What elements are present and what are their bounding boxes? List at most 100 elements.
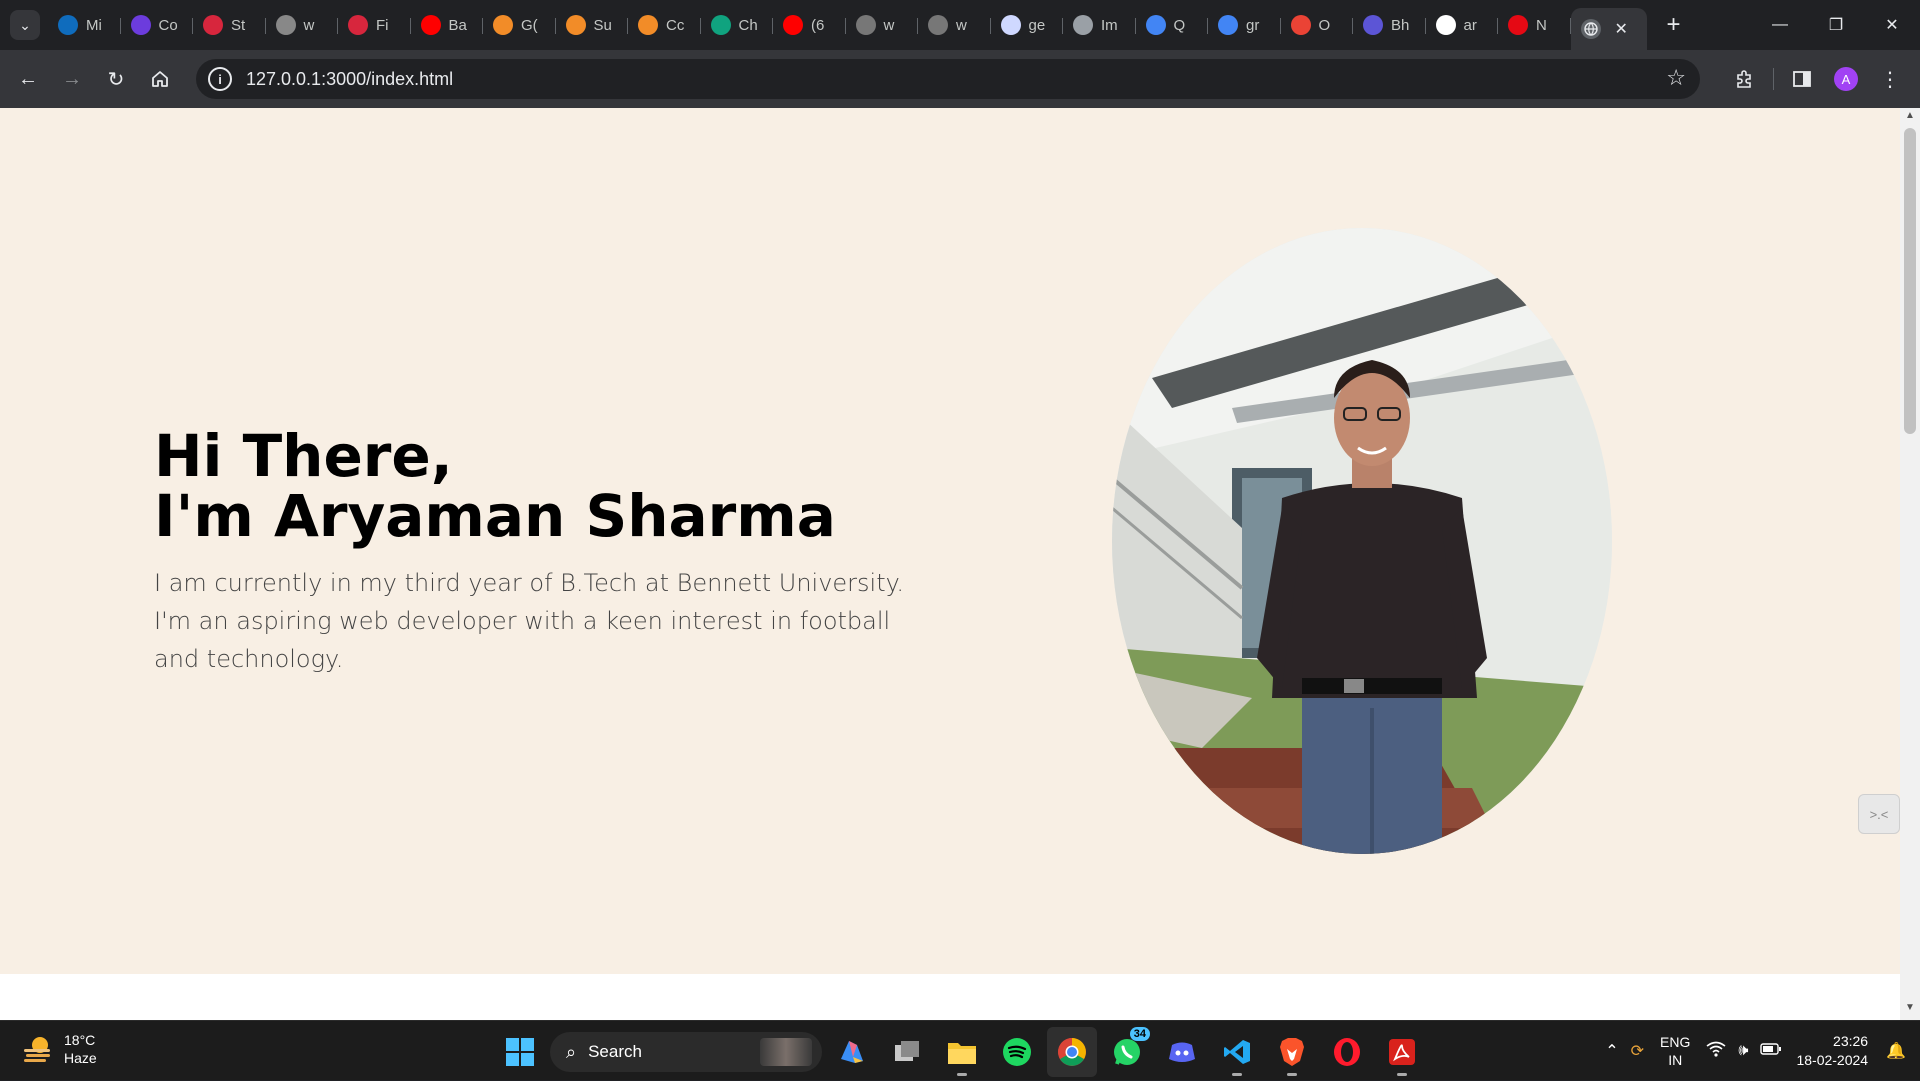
extensions-button[interactable] xyxy=(1723,57,1767,101)
tab-label: ar xyxy=(1463,16,1477,34)
bookmark-star-icon[interactable]: ☆ xyxy=(1666,65,1686,91)
tab-list: Mi Co St w Fi Ba G(Su Cc Ch (6 w w ge Im Qgr O Bh ar N xyxy=(48,0,1571,50)
close-window-button[interactable]: ✕ xyxy=(1864,0,1920,50)
tab-label: Cc xyxy=(666,16,685,34)
tab-11[interactable]: w xyxy=(846,8,919,42)
search-icon: ⌕ xyxy=(566,1041,577,1062)
tab-6[interactable]: G( xyxy=(483,8,556,42)
brave-lion-icon xyxy=(1280,1038,1304,1066)
battery-icon[interactable] xyxy=(1760,1042,1782,1061)
language-indicator[interactable]: ENG IN xyxy=(1660,1033,1690,1069)
address-bar[interactable]: i 127.0.0.1:3000/index.html ☆ xyxy=(196,59,1700,99)
tab-label: Fi xyxy=(376,16,389,34)
tab-strip: ⌄ Mi Co St w Fi Ba G(Su Cc Ch (6 w w ge Im Qgr O Bh ar N ✕… xyxy=(0,0,1920,50)
youtube-icon xyxy=(783,15,803,35)
sync-icon[interactable]: ⟳ xyxy=(1631,1041,1644,1061)
weather-condition: Haze xyxy=(64,1050,97,1066)
profile-photo xyxy=(1112,228,1612,854)
back-button[interactable]: ← xyxy=(6,57,50,101)
file-explorer-app[interactable] xyxy=(937,1027,987,1077)
cc-orange-icon xyxy=(493,15,513,35)
tab-label: w xyxy=(303,16,315,34)
url-text[interactable]: 127.0.0.1:3000/index.html xyxy=(246,69,453,90)
floating-widget-button[interactable]: >.< xyxy=(1858,794,1900,834)
page-scrollbar[interactable]: ▲ ▼ xyxy=(1900,108,1920,1020)
task-view-app[interactable] xyxy=(882,1027,932,1077)
tab-9[interactable]: Ch xyxy=(701,8,774,42)
browser-toolbar: ← → ↻ i 127.0.0.1:3000/index.html ☆ A ⋮ xyxy=(0,50,1920,108)
discord-app[interactable] xyxy=(1157,1027,1207,1077)
page-viewport: Hi There, I'm Aryaman Sharma I am curren… xyxy=(0,108,1920,1020)
tab-10[interactable]: (6 xyxy=(773,8,846,42)
tab-5[interactable]: Ba xyxy=(411,8,484,42)
home-button[interactable] xyxy=(138,57,182,101)
clock[interactable]: 23:26 18-02-2024 xyxy=(1796,1032,1868,1070)
tab-1[interactable]: Co xyxy=(121,8,194,42)
site-info-icon[interactable]: i xyxy=(208,67,232,91)
menu-button[interactable]: ⋮ xyxy=(1868,57,1912,101)
vscode-app[interactable] xyxy=(1212,1027,1262,1077)
tab-search-button[interactable]: ⌄ xyxy=(10,10,40,40)
tab-label: Bh xyxy=(1391,16,1410,34)
tab-label: ge xyxy=(1028,16,1046,34)
whatsapp-icon xyxy=(1114,1039,1140,1065)
minimize-button[interactable]: — xyxy=(1752,0,1808,50)
chevron-up-icon[interactable]: ⌃ xyxy=(1605,1041,1618,1061)
clock-date: 18-02-2024 xyxy=(1796,1052,1869,1068)
brave-app[interactable] xyxy=(1267,1027,1317,1077)
whatsapp-app[interactable]: 34 xyxy=(1102,1027,1152,1077)
tab-0[interactable]: Mi xyxy=(48,8,121,42)
tab-label: Ba xyxy=(448,16,467,34)
tab-label: Im xyxy=(1101,16,1118,34)
tab-20[interactable]: N xyxy=(1498,8,1571,42)
new-tab-button[interactable]: + xyxy=(1659,11,1689,39)
tab-active[interactable]: ✕ xyxy=(1570,8,1647,50)
scroll-thumb[interactable] xyxy=(1904,128,1916,434)
home-icon xyxy=(152,71,168,87)
restore-button[interactable]: ❐ xyxy=(1808,0,1864,50)
pdf-icon xyxy=(1389,1039,1415,1065)
tuf-icon xyxy=(203,15,223,35)
avatar: A xyxy=(1834,67,1858,91)
chrome-app[interactable] xyxy=(1047,1027,1097,1077)
tab-19[interactable]: ar xyxy=(1426,8,1499,42)
tab-14[interactable]: Im xyxy=(1063,8,1136,42)
tab-2[interactable]: St xyxy=(193,8,266,42)
close-tab-icon[interactable]: ✕ xyxy=(1615,19,1628,39)
weather-widget[interactable]: 18°C Haze xyxy=(22,1031,97,1067)
windows-taskbar: 18°C Haze ⌕ Search 34 ⌃ ⟳ ENG IN 🕪 23:26… xyxy=(0,1020,1920,1080)
code-icon: >.< xyxy=(1869,806,1889,822)
reload-button[interactable]: ↻ xyxy=(94,57,138,101)
tab-3[interactable]: w xyxy=(266,8,339,42)
tab-18[interactable]: Bh xyxy=(1353,8,1426,42)
side-panel-button[interactable] xyxy=(1780,57,1824,101)
youtube-icon xyxy=(420,15,441,35)
profile-button[interactable]: A xyxy=(1824,57,1868,101)
notifications-icon[interactable]: 🔔 xyxy=(1886,1041,1906,1061)
folder-icon xyxy=(948,1043,976,1064)
taskbar-search[interactable]: ⌕ Search xyxy=(550,1032,822,1072)
start-button[interactable] xyxy=(496,1028,544,1076)
forward-button[interactable]: → xyxy=(50,57,94,101)
tab-label: Q xyxy=(1173,16,1186,34)
wifi-icon[interactable] xyxy=(1706,1041,1726,1062)
puzzle-icon xyxy=(1737,70,1751,88)
discord-icon xyxy=(1169,1042,1195,1062)
scroll-down-arrow-icon[interactable]: ▼ xyxy=(1900,1002,1920,1018)
tab-16[interactable]: gr xyxy=(1208,8,1281,42)
acrobat-app[interactable] xyxy=(1377,1027,1427,1077)
tab-13[interactable]: ge xyxy=(991,8,1064,42)
tab-7[interactable]: Su xyxy=(556,8,629,42)
volume-icon[interactable]: 🕪 xyxy=(1738,1042,1748,1060)
tab-15[interactable]: Q xyxy=(1136,8,1209,42)
tab-8[interactable]: Cc xyxy=(628,8,701,42)
tab-4[interactable]: Fi xyxy=(338,8,411,42)
scroll-up-arrow-icon[interactable]: ▲ xyxy=(1900,110,1920,126)
tab-17[interactable]: O xyxy=(1281,8,1354,42)
opera-app[interactable] xyxy=(1322,1027,1372,1077)
copilot-app[interactable] xyxy=(827,1027,877,1077)
tab-12[interactable]: w xyxy=(918,8,991,42)
spotify-app[interactable] xyxy=(992,1027,1042,1077)
tab-label: Ch xyxy=(738,16,758,34)
tab-label: (6 xyxy=(811,16,825,34)
